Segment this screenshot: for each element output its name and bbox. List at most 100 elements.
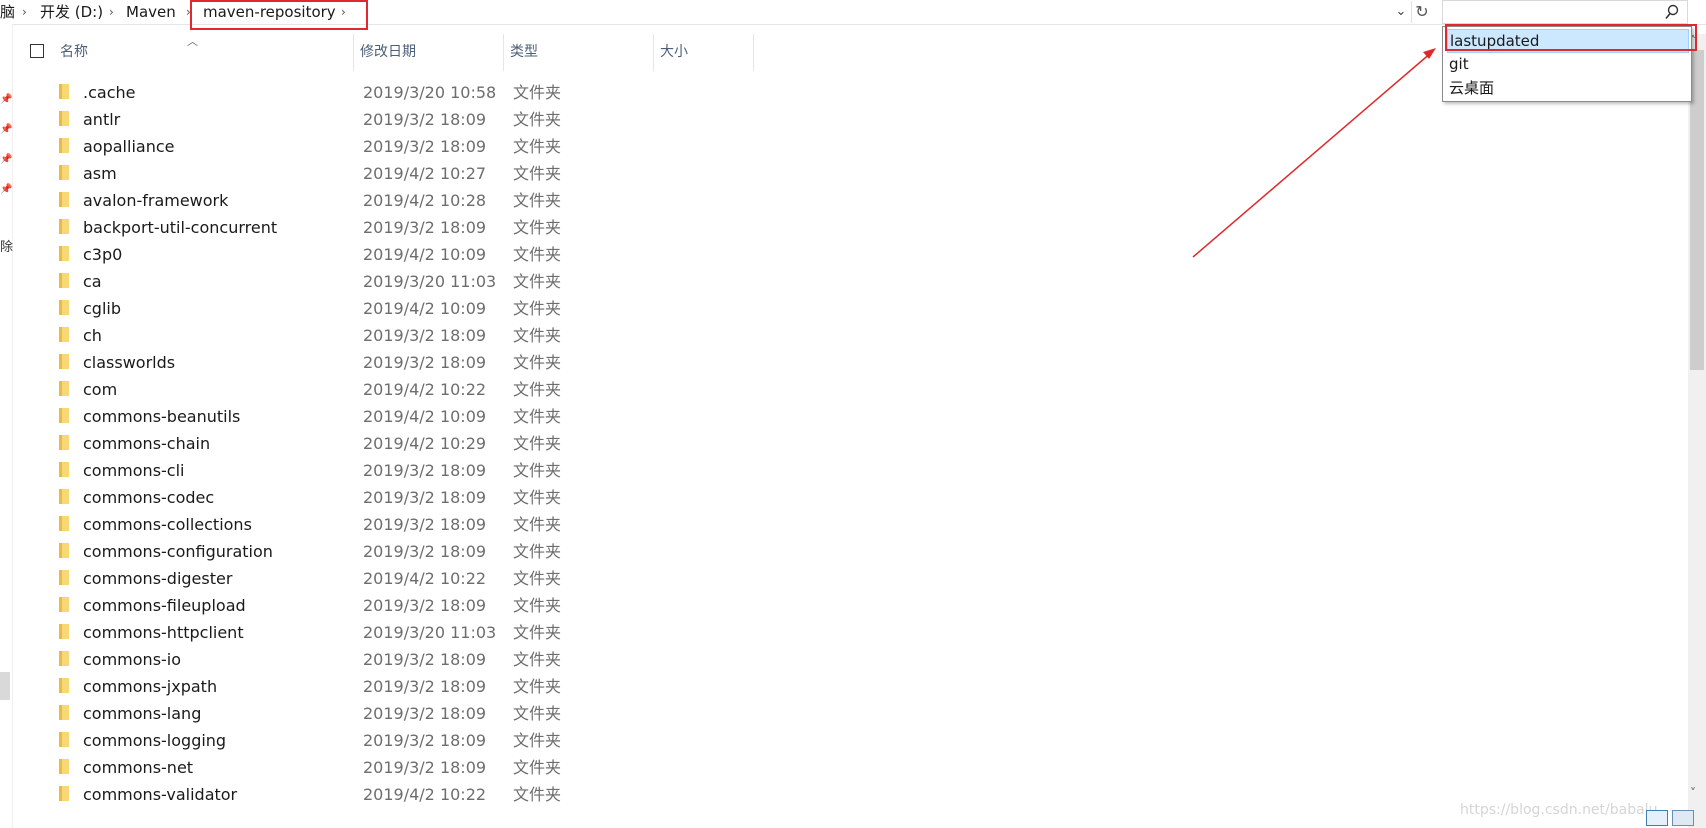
file-name[interactable]: commons-fileupload	[83, 592, 246, 619]
file-name[interactable]: ca	[83, 268, 102, 295]
file-row[interactable]: c3p0 2019/4/2 10:09 文件夹	[50, 241, 570, 268]
file-name[interactable]: .cache	[83, 79, 135, 106]
file-row[interactable]: commons-fileupload 2019/3/2 18:09 文件夹	[50, 592, 570, 619]
details-view-icon[interactable]	[1646, 810, 1668, 826]
pin-icon[interactable]: 📌	[0, 124, 12, 135]
refresh-icon[interactable]: ↻	[1411, 1, 1432, 23]
folder-icon	[59, 84, 69, 99]
file-modified-date: 2019/4/2 10:09	[363, 245, 487, 264]
file-name[interactable]: commons-lang	[83, 700, 201, 727]
column-header-type[interactable]: 类型	[504, 34, 654, 71]
file-name[interactable]: commons-logging	[83, 727, 226, 754]
file-type: 文件夹	[513, 515, 562, 534]
file-modified-date: 2019/3/2 18:09	[363, 731, 487, 750]
file-type: 文件夹	[513, 731, 562, 750]
file-name[interactable]: commons-collections	[83, 511, 252, 538]
breadcrumb-drive[interactable]: 开发 (D:)	[40, 2, 103, 22]
chevron-down-icon[interactable]: ⌄	[1392, 2, 1410, 22]
folder-icon	[59, 624, 69, 639]
file-row[interactable]: ch 2019/3/2 18:09 文件夹	[50, 322, 570, 349]
file-name[interactable]: commons-httpclient	[83, 619, 244, 646]
file-modified-date: 2019/4/2 10:29	[363, 434, 487, 453]
file-row[interactable]: commons-codec 2019/3/2 18:09 文件夹	[50, 484, 570, 511]
file-name[interactable]: commons-net	[83, 754, 193, 781]
file-name[interactable]: commons-validator	[83, 781, 237, 808]
large-icons-view-icon[interactable]	[1672, 810, 1694, 826]
suggestion-item[interactable]: git	[1447, 53, 1689, 77]
file-modified-date: 2019/3/2 18:09	[363, 326, 487, 345]
pin-icon[interactable]: 📌	[0, 94, 12, 105]
search-input[interactable]	[1442, 0, 1688, 24]
file-modified-date: 2019/4/2 10:09	[363, 299, 487, 318]
file-name[interactable]: ch	[83, 322, 102, 349]
file-name[interactable]: commons-cli	[83, 457, 184, 484]
breadcrumb-this-pc[interactable]: 脑	[0, 2, 15, 22]
file-row[interactable]: commons-beanutils 2019/4/2 10:09 文件夹	[50, 403, 570, 430]
file-name[interactable]: asm	[83, 160, 117, 187]
file-row[interactable]: commons-validator 2019/4/2 10:22 文件夹	[50, 781, 570, 808]
suggestion-item[interactable]: 云桌面	[1447, 77, 1689, 101]
file-name[interactable]: cglib	[83, 295, 121, 322]
file-name[interactable]: antlr	[83, 106, 120, 133]
file-modified-date: 2019/3/2 18:09	[363, 218, 487, 237]
file-name[interactable]: avalon-framework	[83, 187, 228, 214]
file-row[interactable]: commons-jxpath 2019/3/2 18:09 文件夹	[50, 673, 570, 700]
file-row[interactable]: avalon-framework 2019/4/2 10:28 文件夹	[50, 187, 570, 214]
file-row[interactable]: commons-io 2019/3/2 18:09 文件夹	[50, 646, 570, 673]
file-row[interactable]: asm 2019/4/2 10:27 文件夹	[50, 160, 570, 187]
file-modified-date: 2019/3/2 18:09	[363, 704, 487, 723]
chevron-right-icon[interactable]: ›	[109, 2, 114, 22]
file-modified-date: 2019/3/20 11:03	[363, 623, 497, 642]
file-row[interactable]: commons-collections 2019/3/2 18:09 文件夹	[50, 511, 570, 538]
folder-icon	[59, 165, 69, 180]
file-name[interactable]: commons-codec	[83, 484, 214, 511]
folder-icon	[59, 408, 69, 423]
nav-scrollbar-thumb[interactable]	[0, 672, 10, 700]
file-name[interactable]: c3p0	[83, 241, 122, 268]
file-type: 文件夹	[513, 785, 562, 804]
file-row[interactable]: commons-chain 2019/4/2 10:29 文件夹	[50, 430, 570, 457]
file-type: 文件夹	[513, 758, 562, 777]
file-type: 文件夹	[513, 164, 562, 183]
file-row[interactable]: aopalliance 2019/3/2 18:09 文件夹	[50, 133, 570, 160]
file-row[interactable]: commons-configuration 2019/3/2 18:09 文件夹	[50, 538, 570, 565]
file-row[interactable]: com 2019/4/2 10:22 文件夹	[50, 376, 570, 403]
file-row[interactable]: commons-logging 2019/3/2 18:09 文件夹	[50, 727, 570, 754]
column-header-name[interactable]: 名称	[54, 34, 354, 71]
file-row[interactable]: commons-net 2019/3/2 18:09 文件夹	[50, 754, 570, 781]
file-name[interactable]: backport-util-concurrent	[83, 214, 277, 241]
file-row[interactable]: commons-cli 2019/3/2 18:09 文件夹	[50, 457, 570, 484]
file-name[interactable]: commons-configuration	[83, 538, 273, 565]
file-row[interactable]: antlr 2019/3/2 18:09 文件夹	[50, 106, 570, 133]
pin-icon[interactable]: 📌	[0, 154, 12, 165]
suggestion-item[interactable]: lastupdated	[1447, 29, 1689, 53]
file-type: 文件夹	[513, 218, 562, 237]
nav-label-partial[interactable]: 除	[0, 236, 13, 255]
file-row[interactable]: ca 2019/3/20 11:03 文件夹	[50, 268, 570, 295]
breadcrumb-maven[interactable]: Maven	[126, 2, 176, 22]
file-row[interactable]: commons-httpclient 2019/3/20 11:03 文件夹	[50, 619, 570, 646]
file-row[interactable]: cglib 2019/4/2 10:09 文件夹	[50, 295, 570, 322]
file-name[interactable]: commons-digester	[83, 565, 232, 592]
file-name[interactable]: aopalliance	[83, 133, 174, 160]
vertical-scrollbar[interactable]	[1688, 34, 1706, 828]
file-row[interactable]: commons-lang 2019/3/2 18:09 文件夹	[50, 700, 570, 727]
pin-icon[interactable]: 📌	[0, 184, 12, 195]
scroll-down-icon[interactable]: ˅	[1690, 786, 1696, 800]
file-row[interactable]: classworlds 2019/3/2 18:09 文件夹	[50, 349, 570, 376]
file-name[interactable]: commons-jxpath	[83, 673, 217, 700]
file-row[interactable]: .cache 2019/3/20 10:58 文件夹	[50, 79, 570, 106]
file-row[interactable]: backport-util-concurrent 2019/3/2 18:09 文件…	[50, 214, 570, 241]
scrollbar-thumb[interactable]	[1690, 50, 1704, 370]
file-name[interactable]: commons-chain	[83, 430, 210, 457]
column-header-size[interactable]: 大小	[654, 34, 754, 71]
file-name[interactable]: commons-beanutils	[83, 403, 240, 430]
file-name[interactable]: com	[83, 376, 117, 403]
chevron-right-icon[interactable]: ›	[22, 2, 27, 22]
file-name[interactable]: commons-io	[83, 646, 181, 673]
column-header-modified[interactable]: 修改日期	[354, 34, 504, 71]
folder-icon	[59, 300, 69, 315]
file-row[interactable]: commons-digester 2019/4/2 10:22 文件夹	[50, 565, 570, 592]
search-icon[interactable]	[1665, 4, 1679, 20]
file-name[interactable]: classworlds	[83, 349, 175, 376]
